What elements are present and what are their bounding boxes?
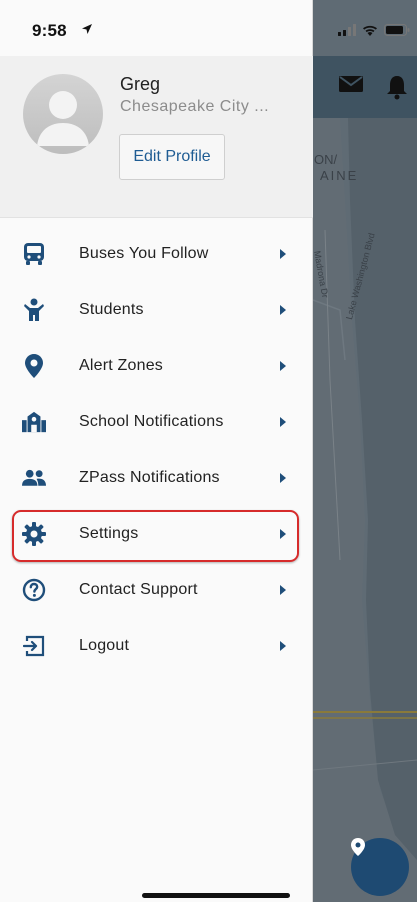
menu-item-zpass-notifications[interactable]: ZPass Notifications [0,450,313,506]
menu-item-school-notifications[interactable]: School Notifications [0,394,313,450]
chevron-right-icon [280,249,286,259]
users-icon [22,466,46,490]
avatar [23,74,103,154]
navigation-drawer: Greg Chesapeake City ... Edit Profile Bu… [0,0,313,902]
status-time: 9:58 [32,21,67,40]
menu-item-label: Contact Support [79,581,198,598]
map-pin-icon [351,838,365,856]
wifi-icon [363,25,377,36]
profile-name: Greg [120,74,161,94]
menu-item-label: Logout [79,637,130,654]
menu-item-alert-zones[interactable]: Alert Zones [0,338,313,394]
map-label-1: ON/ [314,152,338,167]
profile-location: Chesapeake City ... [120,98,270,115]
signal-icon [338,24,356,36]
menu-item-buses-you-follow[interactable]: Buses You Follow [0,226,313,282]
menu-item-label: ZPass Notifications [79,469,220,486]
chevron-right-icon [280,305,286,315]
chevron-right-icon [280,361,286,371]
menu-item-logout[interactable]: Logout [0,618,313,674]
map-pin-icon [22,354,46,378]
chevron-right-icon [280,417,286,427]
menu-item-label: Alert Zones [79,357,164,374]
home-indicator [142,893,290,898]
status-bar: 9:58 [0,0,417,56]
map-label-2: AINE [320,168,359,183]
edit-profile-button[interactable]: Edit Profile [119,134,225,180]
question-circle-icon [22,578,46,602]
user-silhouette-icon [37,91,89,146]
chevron-right-icon [280,641,286,651]
chevron-right-icon [280,473,286,483]
bus-icon [22,242,46,266]
location-arrow-icon [82,24,92,34]
envelope-icon[interactable] [338,74,366,102]
menu-item-label: Students [79,301,144,318]
settings-highlight-outline [12,510,299,562]
menu-item-students[interactable]: Students [0,282,313,338]
menu-item-label: School Notifications [79,413,224,430]
child-icon [22,298,46,322]
logout-icon [22,634,46,658]
profile-header: Greg Chesapeake City ... Edit Profile [0,56,313,218]
school-icon [22,410,46,434]
menu-item-contact-support[interactable]: Contact Support [0,562,313,618]
menu-item-label: Buses You Follow [79,245,209,262]
bell-icon[interactable] [386,74,414,102]
location-fab-button[interactable] [351,838,409,896]
battery-icon [384,24,410,36]
status-indicators [338,24,410,36]
chevron-right-icon [280,585,286,595]
